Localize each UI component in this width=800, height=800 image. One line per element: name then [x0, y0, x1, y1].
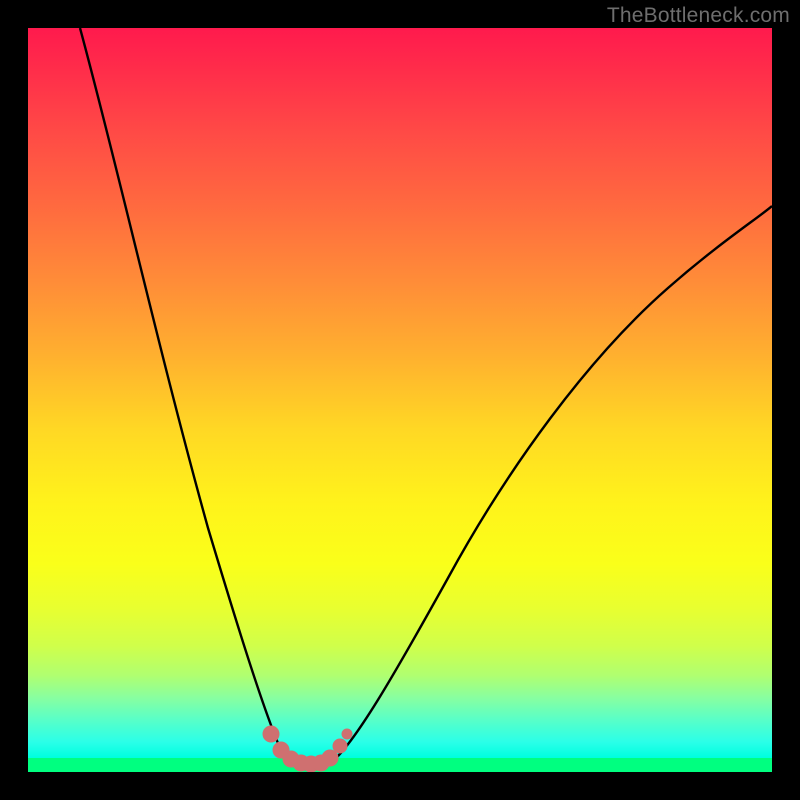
curve-layer [28, 28, 772, 772]
plot-area [28, 28, 772, 772]
chart-frame: TheBottleneck.com [0, 0, 800, 800]
dot-cluster [263, 726, 352, 772]
curve-left [80, 28, 286, 763]
watermark-text: TheBottleneck.com [607, 4, 790, 28]
curve-right [334, 206, 772, 760]
